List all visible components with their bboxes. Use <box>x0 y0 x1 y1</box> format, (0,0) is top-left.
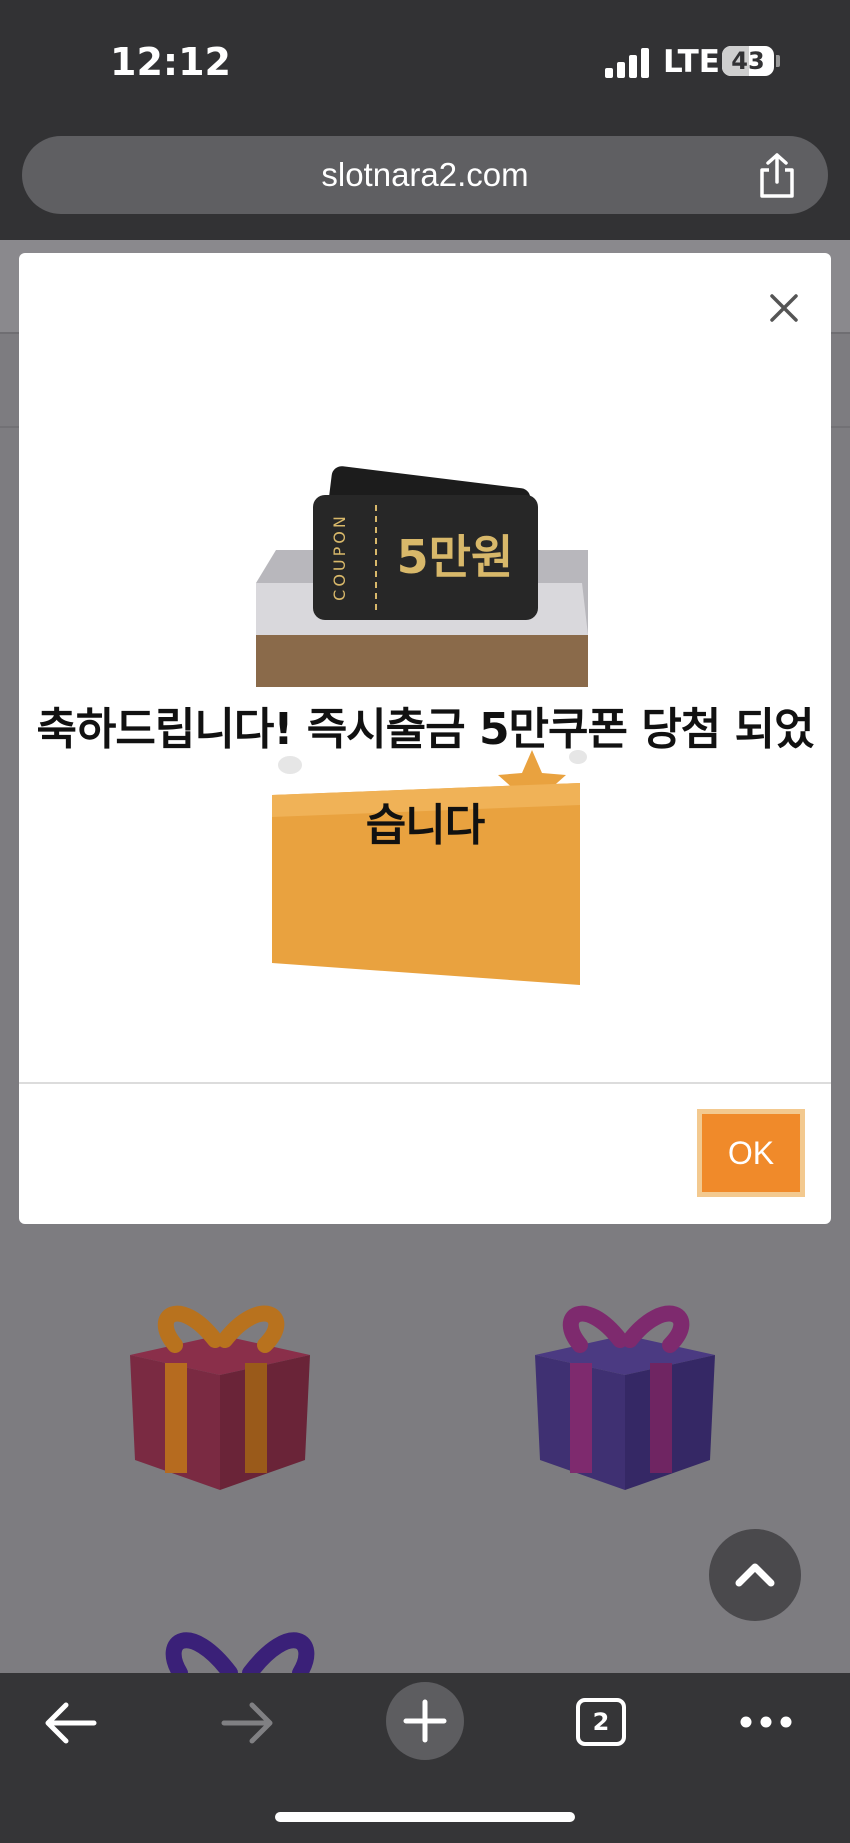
win-message: 축하드립니다! 즉시출금 5만쿠폰 당첨 되었습니다 <box>36 704 814 851</box>
share-icon[interactable] <box>756 152 798 200</box>
plus-icon <box>403 1699 447 1743</box>
close-icon[interactable] <box>766 290 802 326</box>
tab-count-button[interactable]: 2 <box>576 1698 626 1746</box>
ok-button[interactable]: OK <box>697 1109 805 1197</box>
forward-arrow-icon[interactable] <box>220 1700 276 1746</box>
chevron-up-icon <box>735 1563 775 1587</box>
signal-icon <box>605 48 649 78</box>
gift-box-purple-icon[interactable] <box>525 1295 725 1495</box>
network-type: LTE <box>663 44 720 80</box>
more-icon[interactable] <box>738 1710 794 1734</box>
battery-icon: 43 <box>722 46 774 76</box>
new-tab-button[interactable] <box>386 1682 464 1760</box>
address-bar[interactable]: slotnara2.com <box>22 136 828 214</box>
status-time: 12:12 <box>110 40 231 84</box>
back-arrow-icon[interactable] <box>42 1700 98 1746</box>
gift-box-red-icon[interactable] <box>120 1295 320 1495</box>
url-text: slotnara2.com <box>321 156 529 193</box>
home-indicator[interactable] <box>275 1812 575 1822</box>
battery-level: 43 <box>731 47 765 75</box>
coupon-amount: 5만원 <box>397 530 514 584</box>
modal-footer-divider <box>19 1082 831 1084</box>
scroll-to-top-button[interactable] <box>709 1529 801 1621</box>
gift-box-partial-icon <box>165 1632 315 1673</box>
coupon-label: COUPON <box>330 513 349 601</box>
battery-nub <box>776 55 780 67</box>
